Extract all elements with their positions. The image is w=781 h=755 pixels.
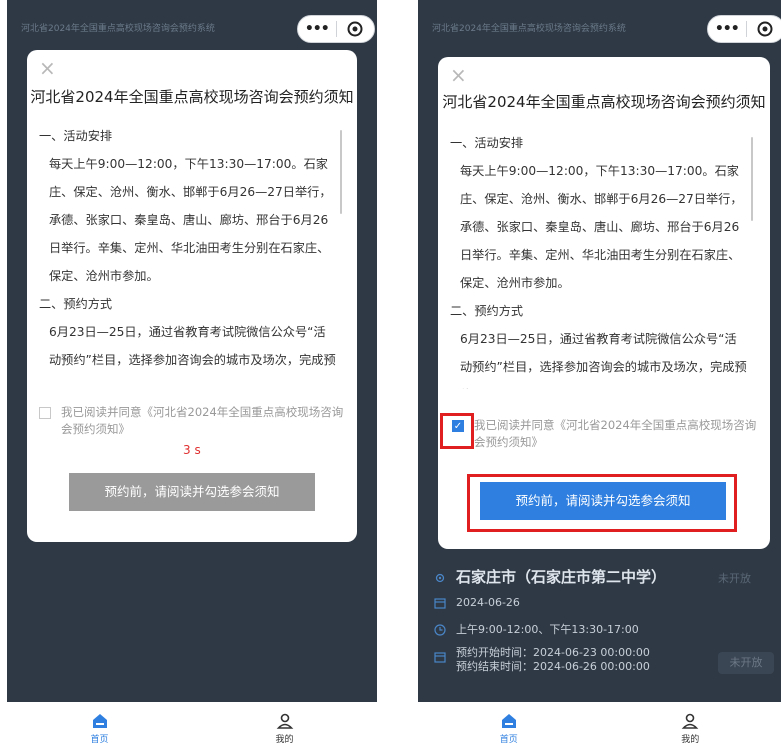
calendar-icon	[434, 652, 446, 663]
more-dots-icon[interactable]: •••	[708, 21, 746, 37]
content-line: 日举行。辛集、定州、华北油田考生分别在石家庄、	[49, 241, 330, 255]
agree-checkbox[interactable]	[39, 407, 51, 419]
tab-mine-label: 我的	[275, 735, 294, 745]
phone-screen-left: 河北省2024年全国重点高校现场咨询会预约系统 ••• × 河北省2024年全国…	[7, 0, 377, 755]
content-line: 每天上午9:00—12:00，下午13:30—17:00。石家	[460, 164, 739, 178]
venue-row: 石家庄市（石家庄市第二中学）	[434, 566, 666, 587]
submit-button[interactable]: 预约前，请阅读并勾选参会须知	[69, 473, 315, 511]
content-line: 动预约”栏目，选择参加咨询会的城市及场次，完成预约	[49, 353, 336, 367]
more-dots-icon[interactable]: •••	[298, 21, 336, 37]
scrollbar[interactable]	[340, 130, 342, 214]
section-heading: 一、活动安排	[39, 129, 113, 143]
content-line: 保定、沧州市参加。	[49, 269, 159, 283]
event-date: 2024-06-26	[456, 596, 520, 609]
booking-period-row: 预约开始时间：2024-06-23 00:00:00 预约结束时间：2024-06…	[434, 646, 650, 674]
nav-title: 河北省2024年全国重点高校现场咨询会预约系统	[21, 24, 215, 34]
content-line: 庄、保定、沧州、衡水、邯郸于6月26—27日举行，	[49, 185, 332, 199]
highlight-button	[467, 474, 737, 532]
content-line: 每天上午9:00—12:00，下午13:30—17:00。石家	[49, 157, 328, 171]
target-icon[interactable]	[336, 21, 374, 37]
content-line: 保定、沧州市参加。	[460, 276, 570, 290]
clock-icon	[434, 624, 446, 636]
content-line: 动预约”栏目，选择参加咨询会的城市及场次，完成预约	[460, 360, 747, 389]
section-heading: 二、预约方式	[39, 297, 113, 311]
booking-end: 预约结束时间：2024-06-26 00:00:00	[456, 660, 650, 673]
agree-row[interactable]: 我已阅读并同意《河北省2024年全国重点高校现场咨询会预约须知》	[39, 404, 347, 438]
tab-bar: 首页 我的	[418, 702, 781, 755]
venue-name: 石家庄市（石家庄市第二中学）	[456, 568, 667, 586]
date-row: 2024-06-26	[434, 596, 520, 609]
tab-bar: 首页 我的	[7, 702, 377, 755]
nav-title: 河北省2024年全国重点高校现场咨询会预约系统	[432, 24, 626, 34]
countdown-timer: 3 s	[183, 443, 201, 457]
notice-modal: × 河北省2024年全国重点高校现场咨询会预约须知 一、活动安排每天上午9:00…	[27, 50, 357, 542]
notice-content[interactable]: 一、活动安排每天上午9:00—12:00，下午13:30—17:00。石家 庄、保…	[39, 122, 341, 370]
tab-home[interactable]: 首页	[469, 712, 549, 745]
tab-mine[interactable]: 我的	[245, 712, 325, 745]
agree-text[interactable]: 我已阅读并同意《河北省2024年全国重点高校现场咨询会预约须知》	[474, 417, 760, 451]
status-button[interactable]: 未开放	[718, 652, 774, 674]
tab-home-label: 首页	[90, 735, 109, 745]
target-icon[interactable]	[746, 21, 781, 37]
content-line: 庄、保定、沧州、衡水、邯郸于6月26—27日举行，	[460, 192, 743, 206]
venue-status: 未开放	[718, 572, 751, 585]
mini-program-capsule[interactable]: •••	[707, 15, 781, 43]
home-icon	[501, 714, 516, 728]
section-heading: 一、活动安排	[450, 136, 524, 150]
home-icon	[92, 714, 107, 728]
booking-start: 预约开始时间：2024-06-23 00:00:00	[456, 646, 650, 659]
calendar-icon	[434, 598, 446, 609]
event-time: 上午9:00-12:00、下午13:30-17:00	[456, 623, 639, 636]
phone-screen-right: 河北省2024年全国重点高校现场咨询会预约系统 ••• 石家庄市（石家庄市第二中…	[418, 0, 781, 755]
tab-home-label: 首页	[499, 735, 518, 745]
location-icon	[435, 573, 445, 583]
tab-home[interactable]: 首页	[60, 712, 140, 745]
mini-program-capsule[interactable]: •••	[297, 15, 375, 43]
content-line: 承德、张家口、秦皇岛、唐山、廊坊、邢台于6月26	[49, 213, 329, 227]
content-line: 6月23日—25日，通过省教育考试院微信公众号“活	[49, 325, 326, 339]
scrollbar[interactable]	[751, 137, 753, 221]
highlight-checkbox	[440, 413, 474, 449]
tab-mine-label: 我的	[681, 735, 700, 745]
close-icon[interactable]: ×	[450, 65, 467, 85]
tab-mine[interactable]: 我的	[650, 712, 730, 745]
user-icon	[276, 713, 293, 729]
agree-text[interactable]: 我已阅读并同意《河北省2024年全国重点高校现场咨询会预约须知》	[61, 404, 347, 438]
agree-row[interactable]: ✓ 我已阅读并同意《河北省2024年全国重点高校现场咨询会预约须知》	[452, 417, 760, 451]
notice-content[interactable]: 一、活动安排每天上午9:00—12:00，下午13:30—17:00。石家 庄、保…	[450, 129, 754, 389]
close-icon[interactable]: ×	[39, 58, 56, 78]
user-icon	[681, 713, 699, 729]
modal-title: 河北省2024年全国重点高校现场咨询会预约须知	[442, 93, 766, 111]
modal-title: 河北省2024年全国重点高校现场咨询会预约须知	[30, 88, 354, 106]
section-heading: 二、预约方式	[450, 304, 524, 318]
content-line: 6月23日—25日，通过省教育考试院微信公众号“活	[460, 332, 737, 346]
content-line: 承德、张家口、秦皇岛、唐山、廊坊、邢台于6月26	[460, 220, 740, 234]
content-line: 日举行。辛集、定州、华北油田考生分别在石家庄、	[460, 248, 741, 262]
time-row: 上午9:00-12:00、下午13:30-17:00	[434, 621, 639, 637]
